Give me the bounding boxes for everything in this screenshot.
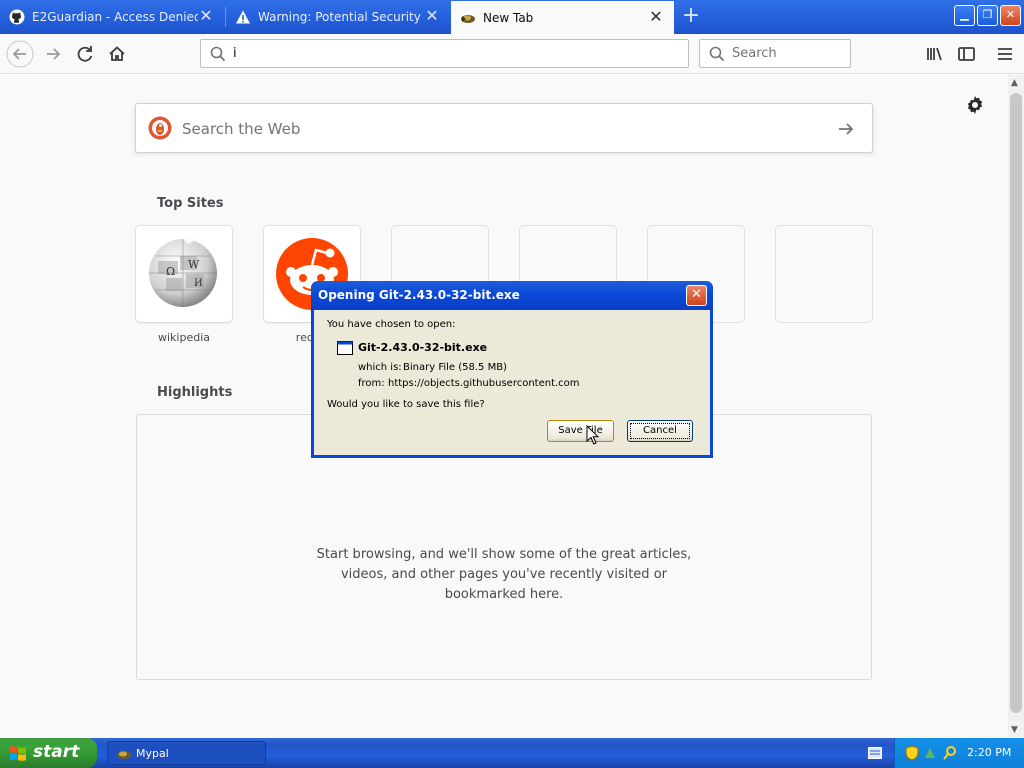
minimize-button[interactable]: ▁ [954,5,975,26]
dialog-file-name: Git-2.43.0-32-bit.exe [358,341,488,354]
back-arrow-icon [6,40,34,68]
dialog-intro: You have chosen to open: [327,319,456,330]
navigation-toolbar: i Search [0,34,1024,74]
top-site-tile-wikipedia[interactable]: Ω W И [136,226,232,322]
reload-icon [77,46,93,62]
duckduckgo-icon [148,116,172,140]
dialog-source-url: https://objects.githubusercontent.com [388,378,580,389]
windows-taskbar: start Mypal 2:20 PM [0,738,1024,768]
tab-title: New Tab [483,10,534,25]
start-label: start [33,742,80,762]
taskbar-item-label: Mypal [136,747,169,760]
sidebar-button[interactable] [951,39,981,69]
highlights-message: Start browsing, and we'll show some of t… [316,547,692,602]
dialog-titlebar[interactable]: Opening Git-2.43.0-32-bit.exe ✕ [311,281,713,310]
search-icon [709,46,725,62]
system-tray: 2:20 PM [894,738,1024,768]
keyboard-icon[interactable] [868,747,882,759]
top-site-label: wikipedia [157,331,210,344]
url-input[interactable]: i [233,46,237,61]
mouse-cursor-icon [586,425,600,445]
forward-arrow-icon [47,48,61,60]
tab-title: E2Guardian - Access Denied [32,10,198,24]
vertical-scrollbar[interactable]: ▲ ▼ [1008,75,1024,738]
gear-icon[interactable] [964,94,986,116]
top-sites-heading: Top Sites [157,196,224,211]
window-close-button[interactable]: ✕ [1000,5,1021,26]
warning-icon [236,10,250,24]
dialog-which-is-label: which is: [358,362,402,373]
web-search-input[interactable]: Search the Web [182,120,300,138]
library-icon [927,47,942,61]
dialog-question: Would you like to save this file? [327,399,485,410]
dialog-file-type: Binary File (58.5 MB) [403,362,507,373]
sidebar-icon [958,47,975,61]
github-icon [9,9,25,25]
download-dialog: Opening Git-2.43.0-32-bit.exe ✕ You have… [311,281,713,458]
network-icon[interactable] [923,745,937,761]
top-site-placeholder [776,226,872,322]
forward-button[interactable] [38,39,68,69]
start-button[interactable]: start [0,738,97,768]
taskbar-item-mypal[interactable]: Mypal [107,741,266,765]
url-bar[interactable]: i [200,39,689,68]
dialog-from-label: from: [358,378,385,389]
tab-security-warning[interactable]: Warning: Potential Security Risk A ✕ [226,2,450,32]
hamburger-menu-icon [998,48,1012,60]
save-file-button[interactable]: Save File [547,420,614,442]
svg-text:И: И [194,278,203,289]
svg-text:Ω: Ω [166,265,175,278]
mypal-icon [117,751,131,759]
new-tab-button[interactable]: + [678,4,704,30]
home-icon [109,46,125,61]
wikipedia-icon: Ω W И [149,236,217,307]
dialog-close-button[interactable]: ✕ [686,285,707,306]
dialog-title: Opening Git-2.43.0-32-bit.exe [318,288,520,302]
tab-new-tab[interactable]: New Tab ✕ [451,1,674,34]
file-icon [337,341,353,355]
close-tab-icon[interactable]: ✕ [198,8,214,25]
library-button[interactable] [920,39,950,69]
menu-button[interactable] [990,39,1020,69]
mypal-icon [461,14,475,23]
svg-text:W: W [188,258,200,271]
scrollbar-thumb[interactable] [1010,93,1022,713]
cancel-button[interactable]: Cancel [627,420,693,442]
security-shield-icon[interactable] [905,745,919,761]
taskbar-clock: 2:20 PM [967,746,1012,759]
windows-logo-icon [10,746,26,761]
back-button[interactable] [5,39,35,69]
search-submit-arrow-icon[interactable] [836,119,856,139]
scroll-down-arrow-icon[interactable]: ▼ [1011,725,1018,735]
search-tray-icon[interactable] [943,745,957,761]
tab-e2guardian[interactable]: E2Guardian - Access Denied ✕ [0,2,224,32]
tab-title: Warning: Potential Security Risk A [258,10,424,24]
reload-button[interactable] [70,39,100,69]
maximize-button[interactable]: ❐ [977,5,998,26]
tab-strip: E2Guardian - Access Denied ✕ Warning: Po… [0,0,1024,34]
highlights-heading: Highlights [157,385,233,400]
close-tab-icon[interactable]: ✕ [424,8,440,25]
scroll-up-arrow-icon[interactable]: ▲ [1011,78,1018,88]
close-tab-icon[interactable]: ✕ [648,8,664,26]
web-search-box[interactable]: Search the Web [135,103,873,153]
search-icon [210,46,226,62]
search-bar[interactable]: Search [699,39,851,68]
home-button[interactable] [102,39,132,69]
search-input[interactable]: Search [732,46,777,61]
